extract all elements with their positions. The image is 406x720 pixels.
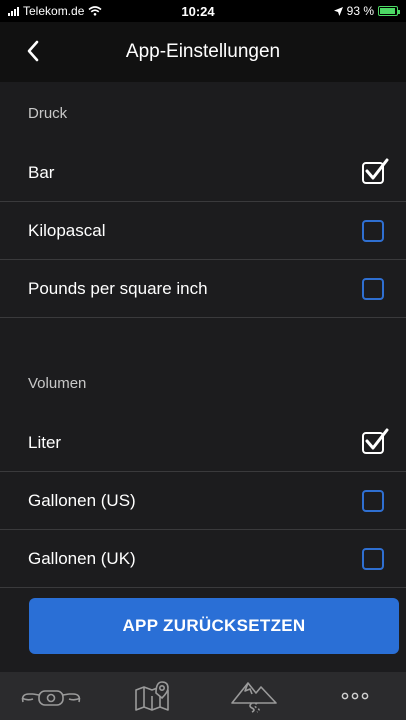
checkbox[interactable]	[362, 219, 384, 242]
carrier-label: Telekom.de	[23, 4, 85, 18]
section-label-volume: Volumen	[28, 374, 87, 392]
reset-app-button[interactable]: APP ZURÜCKSETZEN	[29, 598, 399, 654]
checkbox[interactable]	[362, 489, 384, 512]
chevron-left-icon	[27, 40, 39, 62]
option-psi[interactable]: Pounds per square inch	[0, 260, 406, 318]
signal-icon	[8, 6, 19, 16]
checkbox[interactable]	[362, 277, 384, 300]
location-arrow-icon	[333, 6, 343, 16]
option-label: Bar	[28, 162, 55, 182]
tab-more[interactable]	[320, 674, 390, 718]
checkbox-checked[interactable]	[362, 158, 389, 184]
tab-motorcycle[interactable]	[16, 674, 86, 718]
option-gallons-uk[interactable]: Gallonen (UK)	[0, 530, 406, 588]
tab-routes[interactable]	[219, 674, 289, 718]
motorcycle-icon	[21, 690, 81, 706]
clock: 10:24	[181, 3, 215, 19]
option-label: Gallonen (UK)	[28, 548, 136, 568]
checkmark-icon	[365, 428, 389, 449]
back-button[interactable]	[22, 36, 46, 66]
tab-bar	[0, 672, 406, 720]
mountain-road-icon	[230, 682, 277, 713]
more-dots-icon	[341, 692, 369, 700]
option-gallons-us[interactable]: Gallonen (US)	[0, 472, 406, 530]
option-label: Kilopascal	[28, 220, 106, 240]
settings-list: Druck Bar Kilopascal Pounds per square i…	[0, 82, 406, 672]
section-label-pressure: Druck	[28, 104, 68, 122]
checkbox[interactable]	[362, 547, 384, 570]
option-bar[interactable]: Bar	[0, 144, 406, 202]
checkmark-icon	[365, 158, 389, 179]
map-pin-icon	[135, 681, 170, 711]
status-bar: Telekom.de 10:24 93 %	[0, 0, 406, 22]
option-label: Pounds per square inch	[28, 278, 208, 298]
wifi-icon	[88, 6, 102, 16]
battery-percent: 93 %	[346, 4, 374, 18]
page-title: App-Einstellungen	[125, 41, 281, 62]
option-kilopascal[interactable]: Kilopascal	[0, 202, 406, 260]
checkbox-checked[interactable]	[362, 428, 389, 454]
navigation-bar: App-Einstellungen	[0, 22, 406, 82]
battery-icon	[378, 6, 400, 16]
option-label: Gallonen (US)	[28, 490, 136, 510]
option-label: Liter	[28, 432, 62, 452]
tab-map[interactable]	[117, 674, 187, 718]
option-liter[interactable]: Liter	[0, 414, 406, 472]
